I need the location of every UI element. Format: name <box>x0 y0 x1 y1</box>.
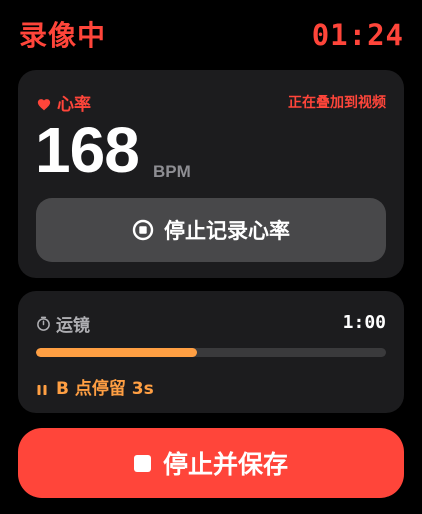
camera-move-label: 运镜 <box>56 316 90 336</box>
camera-move-duration: 1:00 <box>342 312 386 333</box>
camera-move-header: 运镜 <box>36 311 90 336</box>
heart-rate-unit: BPM <box>153 162 191 181</box>
recording-timer: 01:24 <box>311 18 404 52</box>
pause-icon <box>37 381 47 395</box>
heart-rate-card: 心率 正在叠加到视频 168 BPM 停止记录心率 <box>18 70 404 278</box>
stop-and-save-label: 停止并保存 <box>162 450 288 479</box>
heart-icon <box>37 96 51 111</box>
heart-rate-label: 心率 <box>57 95 91 115</box>
camera-move-status-text: B 点停留 3s <box>56 379 154 399</box>
overlay-status: 正在叠加到视频 <box>288 95 386 111</box>
camera-move-progress-fill <box>36 348 197 357</box>
stop-record-icon <box>132 219 154 241</box>
camera-move-status: B 点停留 3s <box>37 374 154 399</box>
stop-heart-rate-label: 停止记录心率 <box>164 219 290 243</box>
heart-rate-header: 心率 <box>37 90 91 115</box>
camera-move-progress-track <box>36 348 386 357</box>
timer-icon <box>36 316 51 331</box>
stop-and-save-button[interactable]: 停止并保存 <box>18 428 404 498</box>
camera-move-card: 运镜 1:00 B 点停留 3s <box>18 291 404 413</box>
heart-rate-value: 168 <box>35 114 140 186</box>
stop-square-icon <box>133 454 151 472</box>
stop-heart-rate-button[interactable]: 停止记录心率 <box>36 198 386 262</box>
recording-status-label: 录像中 <box>19 19 107 52</box>
top-status-bar: 录像中 01:24 <box>0 0 422 62</box>
